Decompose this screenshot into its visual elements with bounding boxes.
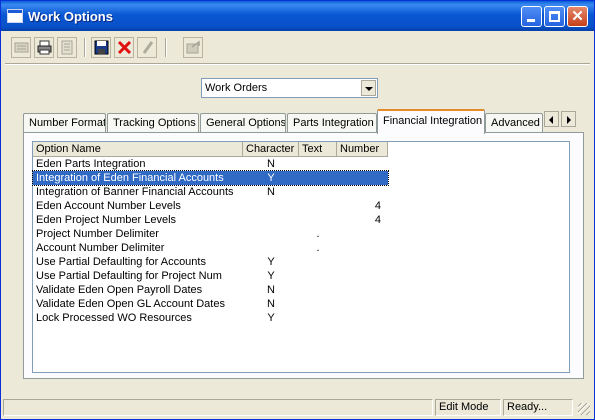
financial-integration-panel: Option Name Character Text Number Eden P… — [23, 132, 584, 379]
options-grid[interactable]: Option Name Character Text Number Eden P… — [32, 141, 570, 373]
delete-button[interactable] — [114, 37, 134, 58]
column-header-character[interactable]: Character — [243, 142, 299, 157]
table-row[interactable]: Eden Project Number Levels 4 — [33, 213, 388, 227]
work-options-window: Work Options ✕ Work Orders Number Format… — [0, 0, 595, 420]
option-name-cell: Use Partial Defaulting for Accounts — [36, 256, 206, 268]
table-row[interactable]: Integration of Banner Financial Accounts… — [33, 185, 388, 199]
resize-grip-icon[interactable] — [578, 403, 590, 415]
tab-number-format[interactable]: Number Format — [23, 113, 106, 133]
column-header-text[interactable]: Text — [299, 142, 337, 157]
table-row[interactable]: Validate Eden Open GL Account Dates N — [33, 297, 388, 311]
column-header-option-name[interactable]: Option Name — [33, 142, 243, 157]
status-panel-main — [3, 399, 433, 416]
table-row[interactable]: Use Partial Defaulting for Accounts Y — [33, 255, 388, 269]
delete-icon — [117, 40, 132, 55]
close-button[interactable]: ✕ — [567, 6, 588, 27]
table-row[interactable]: Project Number Delimiter. — [33, 227, 388, 241]
option-name-cell: Project Number Delimiter — [36, 228, 159, 240]
tab-scroll-left-icon[interactable] — [544, 111, 559, 127]
window-title: Work Options — [28, 9, 113, 24]
module-select-value: Work Orders — [205, 82, 268, 94]
character-cell: Y — [267, 270, 275, 282]
tab-scroll-right-icon[interactable] — [561, 111, 576, 127]
table-row[interactable]: Integration of Eden Financial Accounts Y — [32, 170, 389, 186]
status-mode: Edit Mode — [435, 399, 501, 416]
character-cell: N — [267, 186, 275, 198]
text-cell: . — [316, 242, 320, 254]
tab-financial-integration[interactable]: Financial Integration — [377, 109, 485, 134]
export-icon — [186, 40, 200, 54]
tab-advanced[interactable]: Advanced ( — [485, 113, 543, 133]
tab-parts-integration[interactable]: Parts Integration — [287, 113, 377, 133]
save-button[interactable] — [91, 37, 111, 58]
window-icon — [7, 9, 23, 23]
text-cell: . — [316, 228, 320, 240]
option-name-cell: Integration of Eden Financial Accounts — [36, 172, 224, 184]
character-cell: N — [267, 298, 275, 310]
export-button[interactable] — [183, 37, 203, 58]
option-name-cell: Account Number Delimiter — [36, 242, 165, 254]
character-cell: N — [267, 158, 275, 170]
tab-tracking-options[interactable]: Tracking Options — [107, 113, 199, 133]
chevron-down-icon[interactable] — [361, 80, 376, 96]
close-icon: ✕ — [571, 8, 584, 25]
tab-general-options[interactable]: General Options — [200, 113, 286, 133]
tab-strip: Number Format Tracking Options General O… — [23, 109, 583, 134]
option-name-cell: Validate Eden Open Payroll Dates — [36, 284, 203, 296]
title-bar[interactable]: Work Options ✕ — [1, 1, 594, 31]
minimize-button[interactable] — [521, 6, 542, 27]
new-record-icon — [14, 42, 29, 53]
character-cell: N — [267, 284, 275, 296]
grid-header: Option Name Character Text Number — [33, 142, 388, 157]
character-cell: Y — [267, 312, 275, 324]
character-cell: Y — [267, 172, 275, 184]
toolbar — [5, 35, 590, 61]
column-header-number[interactable]: Number — [337, 142, 388, 157]
option-name-cell: Eden Account Number Levels — [36, 200, 181, 212]
edit-button[interactable] — [137, 37, 157, 58]
option-name-cell: Lock Processed WO Resources — [36, 312, 192, 324]
option-name-cell: Eden Project Number Levels — [36, 214, 177, 226]
edit-icon — [142, 41, 154, 54]
number-cell: 4 — [374, 200, 381, 212]
module-select[interactable]: Work Orders — [201, 78, 378, 98]
option-name-cell: Eden Parts Integration — [36, 158, 146, 170]
print-preview-icon — [61, 40, 73, 55]
character-cell: Y — [267, 256, 275, 268]
option-name-cell: Validate Eden Open GL Account Dates — [36, 298, 225, 310]
minimize-icon — [527, 19, 535, 22]
toolbar-separator — [165, 38, 167, 57]
print-button[interactable] — [34, 37, 54, 58]
table-row[interactable]: Eden Account Number Levels 4 — [33, 199, 388, 213]
new-record-button[interactable] — [11, 37, 31, 58]
print-icon — [37, 40, 52, 55]
maximize-button[interactable] — [544, 6, 565, 27]
toolbar-separator — [84, 38, 86, 57]
toolbar-divider — [5, 63, 590, 65]
print-preview-button[interactable] — [57, 37, 77, 58]
status-bar: Edit Mode Ready... — [3, 397, 592, 417]
table-row[interactable]: Account Number Delimiter. — [33, 241, 388, 255]
option-name-cell: Use Partial Defaulting for Project Num — [36, 270, 222, 282]
option-name-cell: Integration of Banner Financial Accounts — [36, 186, 234, 198]
table-row[interactable]: Use Partial Defaulting for Project Num Y — [33, 269, 388, 283]
save-icon — [94, 40, 109, 55]
table-row[interactable]: Eden Parts Integration N — [33, 157, 388, 171]
number-cell: 4 — [374, 214, 381, 226]
table-row[interactable]: Lock Processed WO Resources Y — [33, 311, 388, 325]
maximize-icon — [549, 11, 560, 22]
table-row[interactable]: Validate Eden Open Payroll Dates N — [33, 283, 388, 297]
status-message: Ready... — [503, 399, 573, 416]
